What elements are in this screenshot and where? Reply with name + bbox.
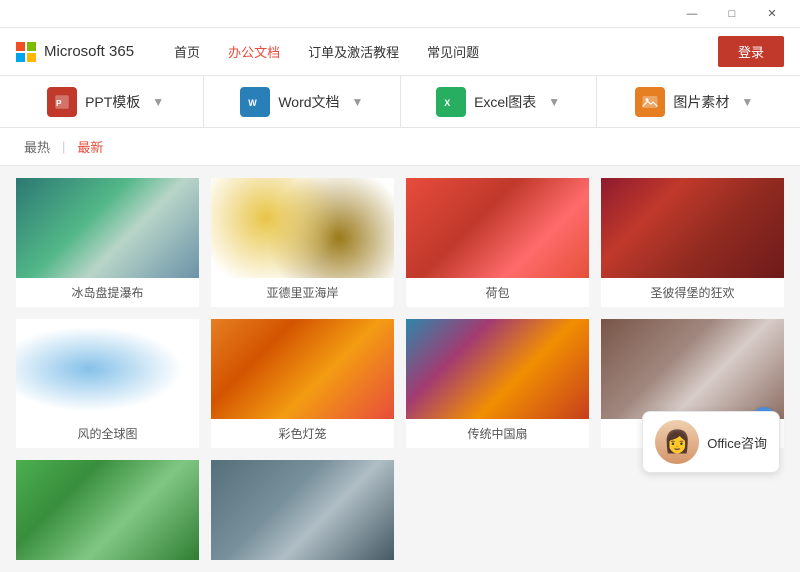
image-grid: 冰岛盘提瀑布 亚德里亚海岸 荷包 圣彼得堡的狂欢 风的全球图 彩色灯笼 xyxy=(16,178,784,560)
logo-text: Microsoft 365 xyxy=(44,43,134,60)
card-5-label: 风的全球图 xyxy=(16,419,199,448)
ppt-arrow-icon: ▼ xyxy=(152,95,164,109)
card-5[interactable]: 风的全球图 xyxy=(16,319,199,448)
excel-arrow-icon: ▼ xyxy=(548,95,560,109)
svg-text:X: X xyxy=(444,97,450,107)
card-7[interactable]: 传统中国扇 xyxy=(406,319,589,448)
nav-links: 首页 办公文档 订单及激活教程 常见问题 xyxy=(174,42,718,61)
card-4-image xyxy=(601,178,784,278)
card-5-image xyxy=(16,319,199,419)
chat-label: Office咨询 xyxy=(707,433,767,452)
category-word[interactable]: W Word文档 ▼ xyxy=(204,76,400,127)
svg-text:W: W xyxy=(249,97,258,107)
nav-bar: Microsoft 365 首页 办公文档 订单及激活教程 常见问题 登录 xyxy=(0,28,800,76)
window-controls: — □ ✕ xyxy=(672,0,792,28)
card-2[interactable]: 亚德里亚海岸 xyxy=(211,178,394,307)
nav-office[interactable]: 办公文档 xyxy=(228,42,280,61)
logo: Microsoft 365 xyxy=(16,42,134,62)
main-wrapper: 冰岛盘提瀑布 亚德里亚海岸 荷包 圣彼得堡的狂欢 风的全球图 彩色灯笼 xyxy=(0,166,800,572)
filter-new[interactable]: 最新 xyxy=(69,137,111,156)
card-10-image xyxy=(211,460,394,560)
card-7-label: 传统中国扇 xyxy=(406,419,589,448)
card-7-image xyxy=(406,319,589,419)
category-bar: P PPT模板 ▼ W Word文档 ▼ X Excel图表 ▼ 图片素材 ▼ xyxy=(0,76,800,128)
main-content: 冰岛盘提瀑布 亚德里亚海岸 荷包 圣彼得堡的狂欢 风的全球图 彩色灯笼 xyxy=(0,166,800,572)
card-4-label: 圣彼得堡的狂欢 xyxy=(601,278,784,307)
title-bar: — □ ✕ xyxy=(0,0,800,28)
category-image[interactable]: 图片素材 ▼ xyxy=(597,76,792,127)
ms-logo-icon xyxy=(16,42,36,62)
card-6-label: 彩色灯笼 xyxy=(211,419,394,448)
card-1-label: 冰岛盘提瀑布 xyxy=(16,278,199,307)
card-6-image xyxy=(211,319,394,419)
image-arrow-icon: ▼ xyxy=(741,95,753,109)
close-button[interactable]: ✕ xyxy=(752,0,792,28)
minimize-button[interactable]: — xyxy=(672,0,712,28)
maximize-button[interactable]: □ xyxy=(712,0,752,28)
card-2-label: 亚德里亚海岸 xyxy=(211,278,394,307)
nav-faq[interactable]: 常见问题 xyxy=(427,42,479,61)
chat-bubble[interactable]: 👩 Office咨询 xyxy=(642,411,780,473)
ppt-icon: P xyxy=(47,87,77,117)
image-label: 图片素材 xyxy=(673,92,729,112)
word-arrow-icon: ▼ xyxy=(352,95,364,109)
filter-hot[interactable]: 最热 xyxy=(16,137,58,156)
card-9-image xyxy=(16,460,199,560)
chat-widget: ··· 👩 Office咨询 xyxy=(642,407,780,473)
filter-bar: 最热 | 最新 xyxy=(0,128,800,166)
card-1-image xyxy=(16,178,199,278)
excel-label: Excel图表 xyxy=(474,92,536,112)
card-3-image xyxy=(406,178,589,278)
nav-home[interactable]: 首页 xyxy=(174,42,200,61)
image-icon xyxy=(635,87,665,117)
card-2-image xyxy=(211,178,394,278)
word-label: Word文档 xyxy=(278,92,339,112)
nav-orders[interactable]: 订单及激活教程 xyxy=(308,42,399,61)
category-excel[interactable]: X Excel图表 ▼ xyxy=(401,76,597,127)
card-4[interactable]: 圣彼得堡的狂欢 xyxy=(601,178,784,307)
login-button[interactable]: 登录 xyxy=(718,36,784,67)
svg-text:P: P xyxy=(56,98,62,107)
chat-avatar: 👩 xyxy=(655,420,699,464)
excel-icon: X xyxy=(436,87,466,117)
card-6[interactable]: 彩色灯笼 xyxy=(211,319,394,448)
filter-divider: | xyxy=(62,139,65,154)
word-icon: W xyxy=(240,87,270,117)
card-8-image xyxy=(601,319,784,419)
card-10[interactable] xyxy=(211,460,394,560)
card-9[interactable] xyxy=(16,460,199,560)
card-3-label: 荷包 xyxy=(406,278,589,307)
category-ppt[interactable]: P PPT模板 ▼ xyxy=(8,76,204,127)
card-3[interactable]: 荷包 xyxy=(406,178,589,307)
ppt-label: PPT模板 xyxy=(85,92,140,112)
card-1[interactable]: 冰岛盘提瀑布 xyxy=(16,178,199,307)
avatar-face-icon: 👩 xyxy=(655,420,699,464)
